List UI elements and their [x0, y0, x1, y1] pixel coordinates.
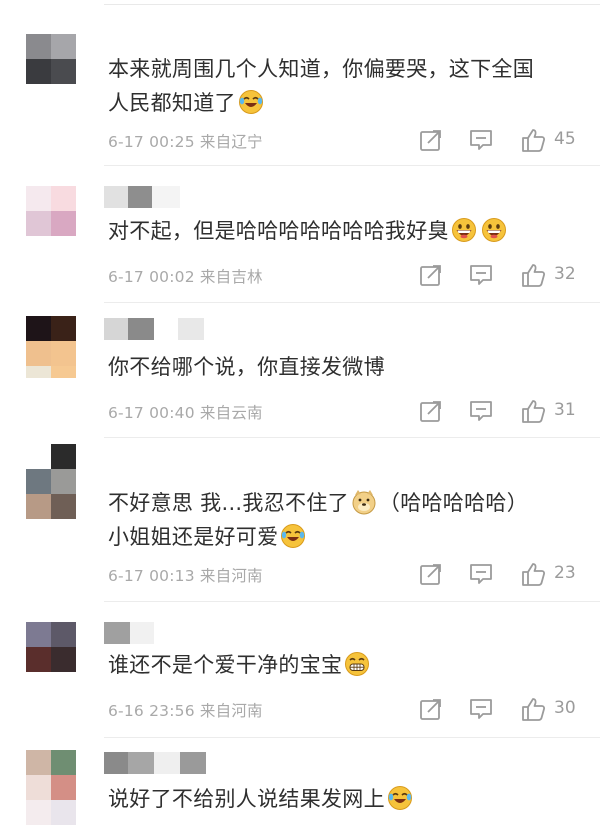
comment-meta: 6-17 00:25 来自辽宁: [108, 130, 263, 152]
comment-location: 来自河南: [199, 702, 263, 720]
comment-meta: 6-17 00:13 来自河南: [108, 564, 263, 586]
laugh-cry-emoji-icon: [280, 523, 306, 549]
username[interactable]: [104, 622, 154, 644]
laugh-cry-emoji-icon: [238, 89, 264, 115]
like-count: 23: [554, 563, 576, 583]
comment-text-line: 对不起，但是哈哈哈哈哈哈哈我好臭: [108, 219, 449, 243]
comment-text: 本来就周围几个人知道，你偏要哭，这下全国 人民都知道了: [108, 52, 578, 120]
avatar[interactable]: [26, 186, 76, 236]
divider: [104, 437, 600, 438]
avatar: [26, 366, 76, 390]
comment-text-line: 人民都知道了: [108, 91, 236, 115]
avatar[interactable]: [26, 444, 76, 519]
grin-emoji-icon: [481, 217, 507, 243]
comment-icon[interactable]: [468, 696, 494, 722]
avatar[interactable]: [26, 750, 76, 825]
share-icon[interactable]: [418, 127, 444, 153]
comment-actions: 30: [418, 696, 588, 722]
comment-actions: 32: [418, 262, 588, 288]
divider: [104, 737, 600, 738]
like-count: 30: [554, 698, 576, 718]
comment-text-line: 不好意思 我...我忍不住了: [108, 491, 349, 515]
comment-actions: 23: [418, 561, 588, 587]
comment-icon[interactable]: [468, 561, 494, 587]
comment-icon[interactable]: [468, 127, 494, 153]
thumbs-up-icon[interactable]: [520, 127, 546, 153]
comment-time: 6-17 00:40: [108, 404, 195, 422]
comment-actions: 31: [418, 398, 588, 424]
share-icon[interactable]: [418, 561, 444, 587]
comment-location: 来自吉林: [199, 268, 263, 286]
comment-text: 你不给哪个说，你直接发微博: [108, 350, 578, 384]
like-count: 45: [554, 129, 576, 149]
comment-location: 来自云南: [199, 404, 263, 422]
comment-time: 6-17 00:25: [108, 133, 195, 151]
comment-text: 说好了不给别人说结果发网上: [108, 782, 578, 816]
comment-icon[interactable]: [468, 262, 494, 288]
divider: [104, 4, 600, 5]
comment-text: 不好意思 我...我忍不住了 （哈哈哈哈哈） 小姐姐还是好可爱: [108, 486, 578, 554]
thumbs-up-icon[interactable]: [520, 561, 546, 587]
doge-emoji-icon: [351, 489, 377, 515]
comment-meta: 6-16 23:56 来自河南: [108, 699, 263, 721]
avatar[interactable]: [26, 34, 76, 84]
comment-icon[interactable]: [468, 398, 494, 424]
divider: [104, 165, 600, 166]
laugh-cry-emoji-icon: [387, 785, 413, 811]
comment-location: 来自辽宁: [199, 133, 263, 151]
comment-location: 来自河南: [199, 567, 263, 585]
comment-text-line: 本来就周围几个人知道，你偏要哭，这下全国: [108, 57, 534, 81]
comment-meta: 6-17 00:02 来自吉林: [108, 265, 263, 287]
comment-text: 对不起，但是哈哈哈哈哈哈哈我好臭: [108, 214, 578, 248]
comment-meta: 6-17 00:40 来自云南: [108, 401, 263, 423]
comment-actions: 45: [418, 127, 588, 153]
username[interactable]: [104, 186, 180, 208]
comment-text: 谁还不是个爱干净的宝宝: [108, 648, 578, 682]
grin-emoji-icon: [451, 217, 477, 243]
comment-text-line: 小姐姐还是好可爱: [108, 525, 279, 549]
like-count: 31: [554, 400, 576, 420]
comment-time: 6-16 23:56: [108, 702, 195, 720]
thumbs-up-icon[interactable]: [520, 696, 546, 722]
share-icon[interactable]: [418, 262, 444, 288]
share-icon[interactable]: [418, 696, 444, 722]
like-count: 32: [554, 264, 576, 284]
teeth-grin-emoji-icon: [344, 651, 370, 677]
thumbs-up-icon[interactable]: [520, 398, 546, 424]
share-icon[interactable]: [418, 398, 444, 424]
avatar[interactable]: [26, 316, 76, 366]
comment-text-line: 你不给哪个说，你直接发微博: [108, 355, 385, 379]
avatar[interactable]: [26, 622, 76, 672]
comment-text-line: （哈哈哈哈哈）: [378, 491, 529, 515]
comment-time: 6-17 00:13: [108, 567, 195, 585]
comment-text-line: 谁还不是个爱干净的宝宝: [108, 653, 343, 677]
username[interactable]: [104, 318, 204, 340]
thumbs-up-icon[interactable]: [520, 262, 546, 288]
divider: [104, 302, 600, 303]
divider: [104, 601, 600, 602]
comment-time: 6-17 00:02: [108, 268, 195, 286]
username[interactable]: [104, 752, 206, 774]
comment-text-line: 说好了不给别人说结果发网上: [108, 787, 385, 811]
